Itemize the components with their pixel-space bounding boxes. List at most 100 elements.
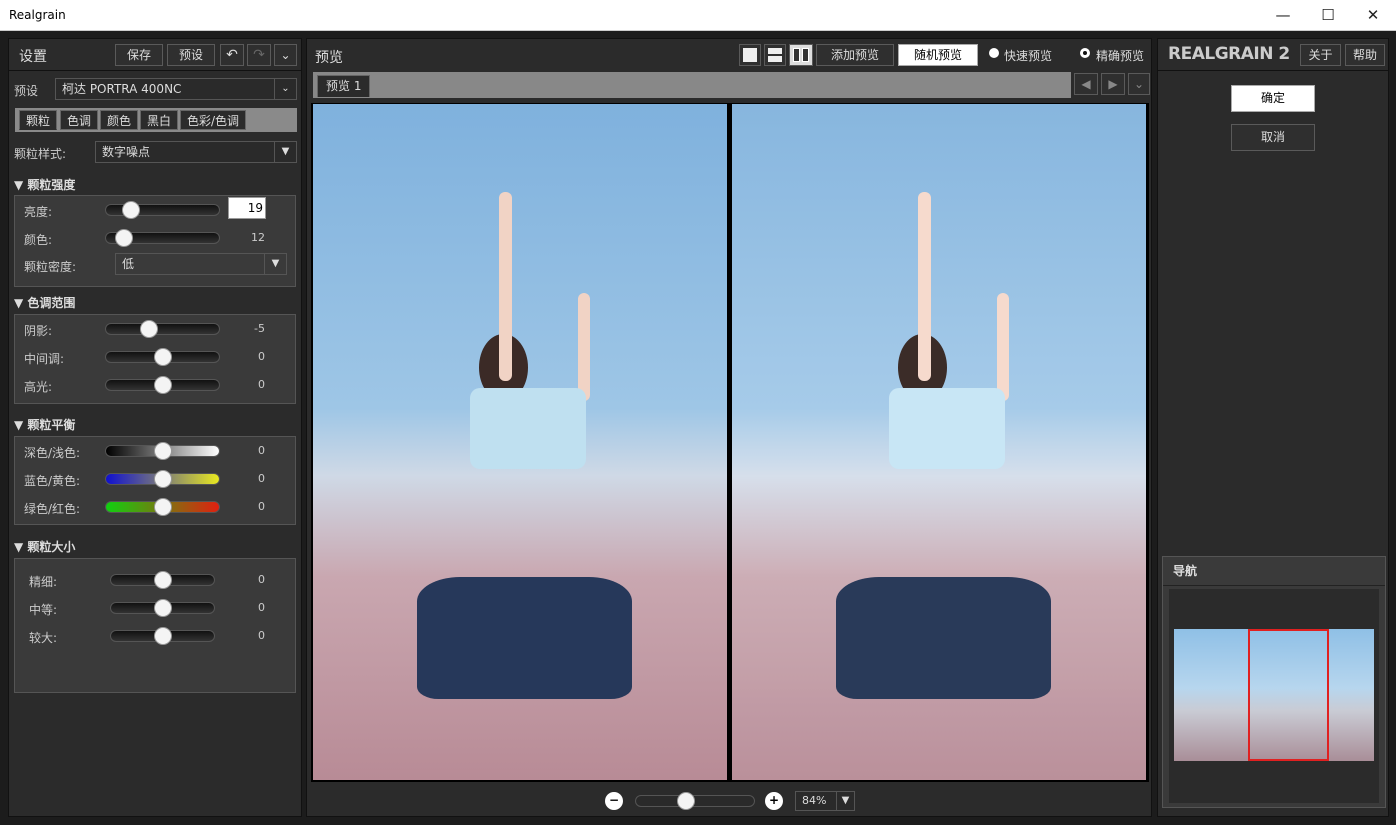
slider-value: 0 [258, 378, 265, 391]
next-tab-icon[interactable]: ▶ [1101, 73, 1125, 95]
slider-label: 绿色/红色: [24, 502, 81, 516]
grain-preview-image [732, 104, 1146, 780]
slider-value: 0 [258, 601, 265, 614]
save-button[interactable]: 保存 [115, 44, 163, 66]
title-bar: Realgrain — ☐ ✕ [0, 0, 1396, 31]
slider-value: 0 [258, 500, 265, 513]
fast-preview-label: 快速预览 [1004, 49, 1053, 63]
preset-label: 预设 [14, 84, 39, 98]
preset-select[interactable]: 柯达 PORTRA 400NC ⌄ [55, 78, 297, 100]
size-slider[interactable] [110, 627, 215, 645]
slider-thumb[interactable] [153, 627, 172, 645]
close-button[interactable]: ✕ [1350, 0, 1396, 31]
brightness-slider[interactable] [105, 201, 220, 219]
navigator-viewport-rect[interactable] [1248, 629, 1329, 761]
section-strength-header[interactable]: ▼ 颗粒强度 [14, 176, 75, 193]
slider-thumb[interactable] [153, 599, 172, 617]
balance-slider[interactable] [105, 442, 220, 460]
section-tone-header[interactable]: ▼ 色调范围 [14, 294, 75, 311]
tab-tone[interactable]: 色调 [60, 110, 99, 130]
slider-value: -5 [254, 322, 265, 335]
zoom-slider[interactable] [635, 792, 755, 810]
section-title: 颗粒强度 [27, 178, 76, 192]
color-slider[interactable] [105, 229, 220, 247]
random-preview-button[interactable]: 随机预览 [898, 44, 978, 66]
tab-color-tone[interactable]: 色彩/色调 [180, 110, 247, 130]
chevron-down-icon[interactable]: ⌄ [274, 79, 296, 99]
slider-label: 较大: [29, 631, 58, 645]
realgrain-logo: REALGRAIN 2 [1168, 44, 1290, 64]
about-button[interactable]: 关于 [1300, 44, 1341, 66]
section-size-header[interactable]: ▼ 颗粒大小 [14, 538, 75, 555]
prev-tab-icon[interactable]: ◀ [1074, 73, 1098, 95]
precise-preview-label: 精确预览 [1096, 49, 1145, 63]
cancel-button[interactable]: 取消 [1231, 124, 1315, 151]
precise-preview-radio[interactable] [1080, 48, 1090, 58]
slider-thumb[interactable] [676, 792, 695, 810]
zoom-in-icon[interactable]: + [765, 792, 783, 810]
ok-button[interactable]: 确定 [1231, 85, 1315, 112]
app-title: Realgrain [9, 8, 66, 22]
add-preview-button[interactable]: 添加预览 [816, 44, 894, 66]
slider-value: 0 [258, 573, 265, 586]
tone-slider[interactable] [105, 376, 220, 394]
grain-style-select[interactable]: 数字噪点 ▼ [95, 141, 297, 163]
navigator-panel: 导航 [1162, 556, 1386, 808]
slider-label: 深色/浅色: [24, 446, 81, 460]
zoom-select[interactable]: 84% ▼ [795, 791, 855, 811]
slider-value: 0 [258, 472, 265, 485]
fast-preview-radio[interactable] [989, 48, 999, 58]
slider-value: 0 [258, 629, 265, 642]
slider-thumb[interactable] [153, 571, 172, 589]
slider-label: 中间调: [24, 352, 65, 366]
preview-title: 预览 [315, 50, 343, 66]
density-select[interactable]: 低 ▼ [115, 253, 287, 275]
undo-icon[interactable]: ↶ [220, 44, 244, 66]
single-view-icon[interactable] [743, 48, 757, 62]
slider-thumb[interactable] [115, 229, 134, 247]
section-title: 色调范围 [27, 296, 76, 310]
slider-thumb[interactable] [121, 201, 140, 219]
density-label: 颗粒密度: [24, 260, 77, 274]
maximize-button[interactable]: ☐ [1305, 0, 1351, 31]
dropdown-arrow-icon: ▼ [836, 792, 854, 810]
balance-slider[interactable] [105, 498, 220, 516]
tab-preview-1[interactable]: 预览 1 [317, 75, 371, 97]
preset-button[interactable]: 预设 [167, 44, 215, 66]
redo-icon[interactable]: ↷ [247, 44, 271, 66]
zoom-out-icon[interactable]: − [605, 792, 623, 810]
slider-label: 阴影: [24, 324, 53, 338]
tab-bw[interactable]: 黑白 [140, 110, 179, 130]
navigator-view[interactable] [1169, 589, 1379, 803]
tone-slider[interactable] [105, 348, 220, 366]
slider-thumb[interactable] [153, 442, 172, 460]
tab-grain[interactable]: 颗粒 [19, 110, 58, 130]
tab-color[interactable]: 颜色 [100, 110, 139, 130]
brightness-label: 亮度: [24, 205, 53, 219]
grain-style-label: 颗粒样式: [14, 147, 67, 161]
preview-area[interactable] [311, 103, 1149, 782]
density-value: 低 [122, 257, 135, 271]
slider-thumb[interactable] [153, 348, 172, 366]
split-horizontal-icon[interactable] [764, 44, 786, 66]
grain-style-value: 数字噪点 [102, 145, 151, 159]
size-slider[interactable] [110, 571, 215, 589]
brightness-input[interactable]: 19 [228, 197, 266, 219]
split-vertical-icon[interactable] [789, 44, 813, 66]
chevron-down-icon[interactable]: ⌄ [274, 44, 297, 66]
size-box: 精细: 0 中等: 0 较大: 0 [14, 558, 296, 693]
help-button[interactable]: 帮助 [1345, 44, 1385, 66]
slider-thumb[interactable] [153, 376, 172, 394]
section-balance-header[interactable]: ▼ 颗粒平衡 [14, 416, 75, 433]
size-slider[interactable] [110, 599, 215, 617]
slider-thumb[interactable] [153, 498, 172, 516]
minimize-button[interactable]: — [1260, 0, 1306, 31]
balance-slider[interactable] [105, 470, 220, 488]
slider-thumb[interactable] [153, 470, 172, 488]
slider-label: 中等: [29, 603, 58, 617]
tone-box: 阴影: -5 中间调: 0 高光: 0 [14, 314, 296, 404]
tone-slider[interactable] [105, 320, 220, 338]
tab-menu-icon[interactable]: ⌄ [1128, 73, 1150, 95]
slider-thumb[interactable] [139, 320, 158, 338]
original-image [313, 104, 727, 780]
